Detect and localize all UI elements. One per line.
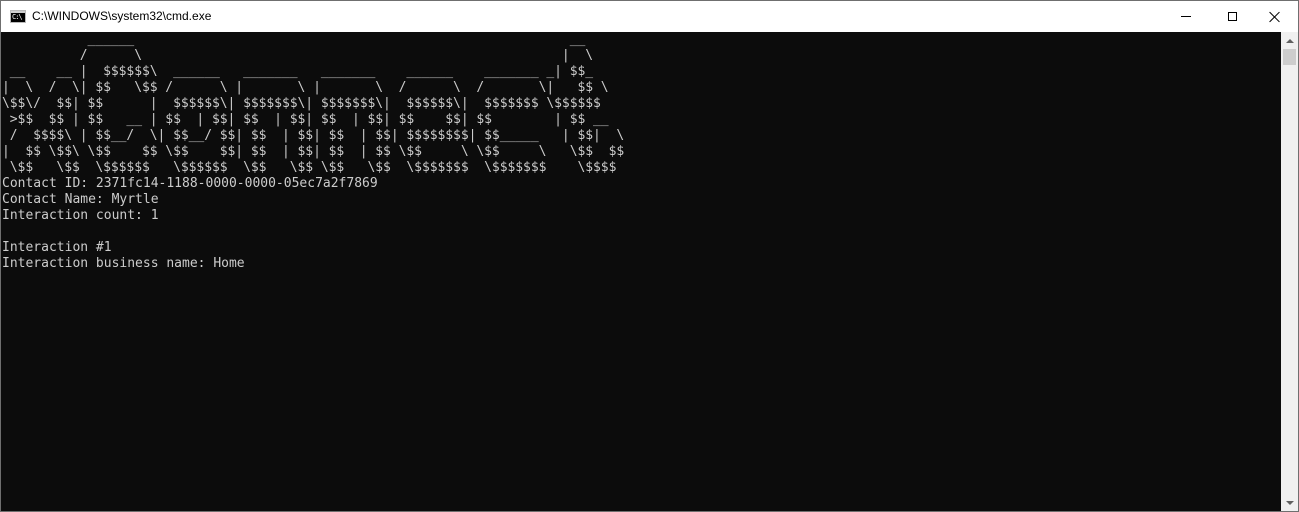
scroll-down-arrow-icon [1285,500,1294,505]
window-title: C:\WINDOWS\system32\cmd.exe [32,9,212,23]
contact-id-line: Contact ID: 2371fc14-1188-0000-0000-05ec… [2,176,378,191]
console-icon-prompt: C:\ [12,13,23,21]
cmd-window: C:\ C:\WINDOWS\system32\cmd.exe ______ _… [0,0,1299,512]
scroll-thumb[interactable] [1283,49,1296,65]
close-icon [1269,11,1281,23]
title-bar[interactable]: C:\ C:\WINDOWS\system32\cmd.exe [1,1,1298,32]
console-output[interactable]: ______ __ / \ | \ __ __ | $$$$$$\ ______… [2,32,1281,511]
interaction-count-line: Interaction count: 1 [2,208,159,223]
console-icon[interactable]: C:\ [10,10,26,23]
interaction-number-line: Interaction #1 [2,240,112,255]
scroll-up-button[interactable] [1281,32,1298,49]
maximize-button[interactable] [1209,1,1255,32]
close-button[interactable] [1252,1,1298,32]
minimize-icon [1181,16,1191,17]
maximize-icon [1227,12,1237,21]
contact-name-line: Contact Name: Myrtle [2,192,159,207]
vertical-scrollbar[interactable] [1281,32,1298,511]
scroll-up-arrow-icon [1285,38,1294,43]
minimize-button[interactable] [1163,1,1209,32]
interaction-business-line: Interaction business name: Home [2,256,245,271]
ascii-art-banner: ______ __ / \ | \ __ __ | $$$$$$\ ______… [2,32,625,175]
scroll-down-button[interactable] [1281,494,1298,511]
